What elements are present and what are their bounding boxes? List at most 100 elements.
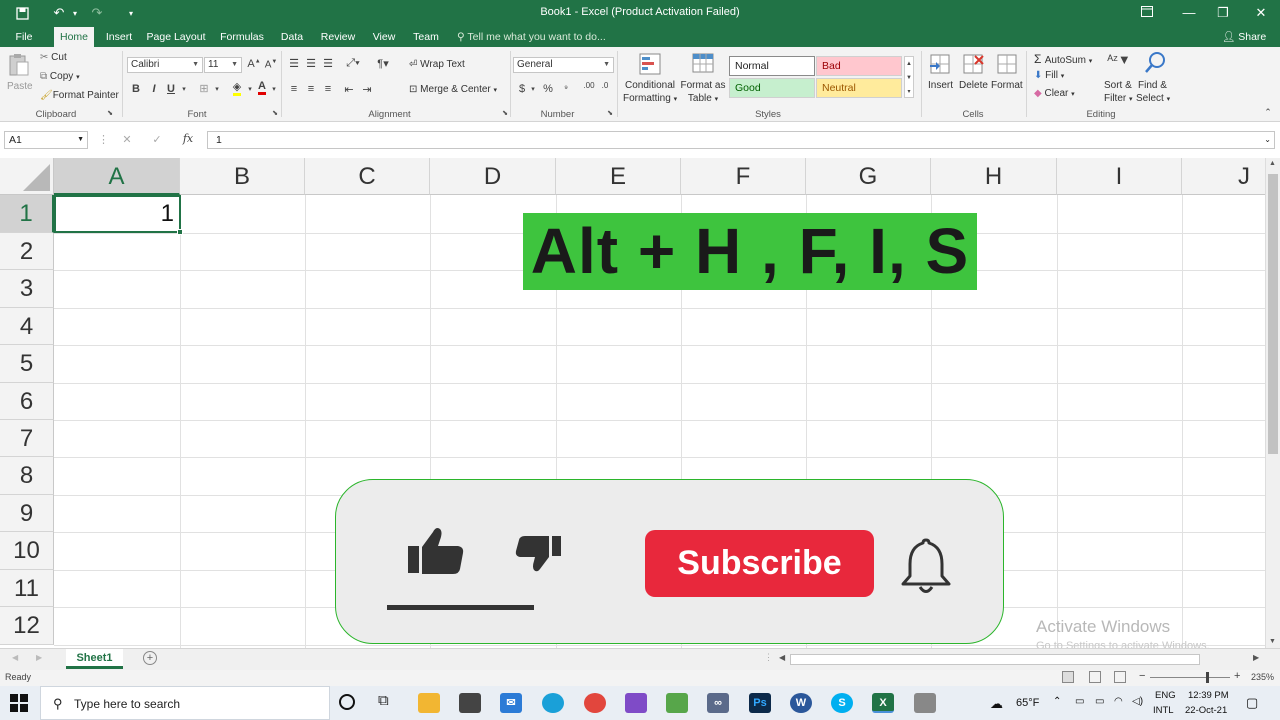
font-color-dropdown-icon[interactable]: ▾ [270,85,278,93]
app-icon[interactable] [666,693,688,713]
zoom-level[interactable]: 235% [1251,672,1274,682]
format-painter-button[interactable]: 🖌︎Format Painter [40,90,119,101]
clock-time[interactable]: 12:39 PM [1188,690,1229,701]
row-header-2[interactable]: 2 [0,233,54,270]
insert-cells-icon[interactable] [928,52,952,76]
cancel-icon[interactable]: ✕ [120,133,134,146]
visual-studio-icon[interactable] [625,693,647,713]
cortana-icon[interactable] [339,694,355,710]
skype-icon[interactable]: S [831,693,853,713]
decrease-indent-icon[interactable]: ⇤ [342,83,356,96]
link-app-icon[interactable]: ∞ [707,693,729,713]
task-view-icon[interactable]: ⧉ [378,692,389,709]
zoom-in-icon[interactable]: + [1234,670,1240,682]
subscribe-button[interactable]: Subscribe [645,530,874,597]
row-header-11[interactable]: 11 [0,570,54,607]
tell-me-search[interactable]: ⚲ Tell me what you want to do... [457,27,606,47]
sort-filter-button[interactable]: Sort & [1104,80,1132,91]
conditional-formatting-button[interactable]: Conditional [623,80,677,91]
increase-decimal-icon[interactable]: .00 [582,81,596,90]
borders-dropdown-icon[interactable]: ▾ [213,85,221,93]
merge-center-button[interactable]: ⊡ Merge & Center ▾ [409,84,497,95]
horizontal-scroll-thumb[interactable] [790,654,1200,665]
scroll-up-icon[interactable]: ▲ [1269,160,1276,167]
tool-icon[interactable] [914,693,936,713]
tab-data[interactable]: Data [277,27,307,47]
tab-view[interactable]: View [368,27,400,47]
cell-a1[interactable]: 1 [54,195,181,233]
word-icon[interactable]: W [790,693,812,713]
clock-date[interactable]: 22-Oct-21 [1185,705,1227,716]
increase-indent-icon[interactable]: ⇥ [360,83,374,96]
column-header-i[interactable]: I [1057,158,1182,195]
network-icon[interactable]: ▭ [1075,696,1084,707]
row-header-12[interactable]: 12 [0,607,54,645]
decrease-font-icon[interactable]: A▼ [264,59,278,70]
align-left-icon[interactable]: ≡ [287,83,301,95]
vertical-scroll-thumb[interactable] [1268,174,1278,454]
fill-color-icon[interactable]: ◈ [229,80,245,96]
orientation-icon[interactable]: ⤢▾ [344,57,362,70]
column-header-h[interactable]: H [931,158,1057,195]
formula-input[interactable]: 1 ⌄ [207,131,1275,149]
battery-icon[interactable]: ▭ [1095,696,1104,707]
sort-filter-icon[interactable]: ᴬᶻ▼ [1106,52,1132,76]
page-break-view-icon[interactable] [1114,671,1126,683]
number-format-select[interactable]: General ▼ [513,57,614,73]
wifi-icon[interactable]: ◠ [1114,696,1123,707]
enter-icon[interactable]: ✓ [150,133,164,146]
paste-icon[interactable] [7,53,31,76]
restore-icon[interactable]: ❐ [1210,4,1236,22]
column-header-c[interactable]: C [305,158,430,195]
row-header-10[interactable]: 10 [0,532,54,570]
tab-file[interactable]: File [8,27,40,47]
weather-icon[interactable]: ☁ [990,696,1003,712]
format-as-table-icon[interactable] [690,52,716,76]
weather-temp[interactable]: 65°F [1016,697,1039,709]
taskbar-search[interactable]: ⚲ Type here to search [40,686,330,720]
column-header-j[interactable]: J [1182,158,1265,195]
select-all-button[interactable] [0,158,54,195]
underline-dropdown-icon[interactable]: ▾ [180,85,188,93]
language-layout[interactable]: INTL [1153,705,1174,716]
fill-color-dropdown-icon[interactable]: ▾ [246,85,254,93]
prev-sheet-icon[interactable]: ◀ [12,653,18,662]
cut-button[interactable]: ✂ Cut [40,52,67,63]
tray-overflow-icon[interactable]: ⌃ [1053,696,1061,707]
format-as-table-button[interactable]: Format as [679,80,727,91]
column-header-g[interactable]: G [806,158,931,195]
vertical-scrollbar[interactable]: ▲ ▼ [1265,158,1280,650]
italic-button[interactable]: I [148,83,160,95]
zoom-slider-thumb[interactable] [1206,672,1209,683]
style-good[interactable]: Good [729,78,815,98]
row-header-7[interactable]: 7 [0,420,54,457]
volume-icon[interactable]: ◁) [1132,696,1143,707]
column-header-a[interactable]: A [54,158,180,195]
find-select-button[interactable]: Find & [1138,80,1167,91]
notifications-icon[interactable]: ▢ [1246,695,1258,711]
font-color-icon[interactable]: A [254,80,270,95]
zoom-out-icon[interactable]: − [1139,670,1145,682]
conditional-formatting-icon[interactable] [637,52,663,76]
mail-icon[interactable]: ✉ [500,693,522,713]
tab-team[interactable]: Team [409,27,443,47]
copy-button[interactable]: ⧉ Copy ▾ [40,71,80,82]
bold-button[interactable]: B [130,83,142,95]
fill-handle[interactable] [177,229,183,235]
align-center-icon[interactable]: ≡ [304,83,318,95]
tab-page-layout[interactable]: Page Layout [145,27,207,47]
find-select-label-2-wrap[interactable]: Select ▾ [1136,93,1170,104]
collapse-ribbon-icon[interactable]: ⌃ [1262,107,1274,118]
style-neutral[interactable]: Neutral [816,78,902,98]
row-header-5[interactable]: 5 [0,345,54,383]
row-header-8[interactable]: 8 [0,457,54,495]
fill-button[interactable]: ⬇ Fill ▾ [1034,70,1064,81]
column-header-f[interactable]: F [681,158,806,195]
font-launcher-icon[interactable]: ⬊ [270,109,280,117]
insert-function-button[interactable]: fx [180,132,196,145]
bell-icon[interactable] [896,534,956,599]
tab-home[interactable]: Home [54,27,94,47]
sheet-tab-sheet1[interactable]: Sheet1 [66,649,123,669]
thumbs-up-icon[interactable] [406,524,466,579]
paste-button[interactable]: Paste [7,81,33,92]
